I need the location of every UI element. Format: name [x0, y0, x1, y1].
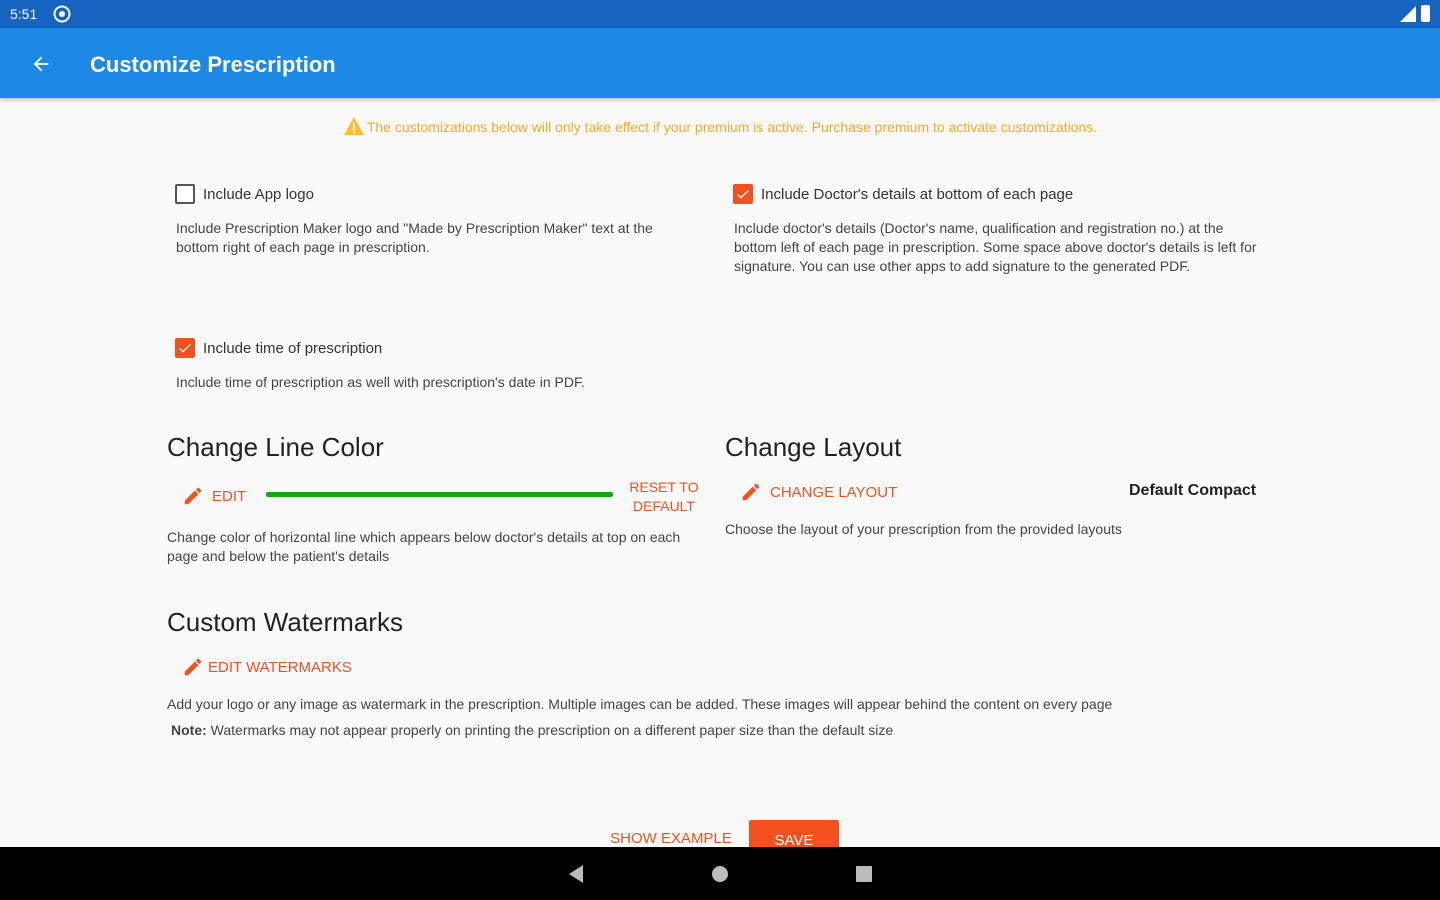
nav-back-button[interactable] — [563, 861, 589, 887]
status-bar: 5:51 — [0, 0, 1440, 28]
option-include-doctor-details: Include Doctor's details at bottom of ea… — [733, 184, 1263, 276]
include-app-logo-label: Include App logo — [203, 185, 314, 203]
watermarks-title: Custom Watermarks — [167, 607, 403, 637]
warning-text: The customizations below will only take … — [366, 119, 1098, 135]
edit-watermarks-button[interactable]: Edit watermarks — [182, 656, 352, 678]
option-include-time: Include time of prescription Include tim… — [175, 338, 695, 392]
watermarks-description: Add your logo or any image as watermark … — [167, 696, 1113, 712]
line-color-description: Change color of horizontal line which ap… — [167, 529, 681, 564]
warning-icon — [343, 116, 364, 136]
nav-home-button[interactable] — [707, 861, 733, 887]
change-layout-button[interactable]: Change layout — [740, 481, 897, 503]
include-app-logo-description: Include Prescription Maker logo and "Mad… — [176, 220, 653, 255]
app-bar: Customize Prescription — [0, 28, 1440, 98]
include-time-description: Include time of prescription as well wit… — [176, 374, 585, 390]
pencil-icon — [184, 487, 202, 505]
line-color-preview — [266, 492, 613, 497]
note-label: Note: — [171, 722, 207, 738]
change-layout-label: Change layout — [770, 483, 898, 501]
include-time-label: Include time of prescription — [203, 339, 383, 357]
layout-title: Change Layout — [725, 432, 902, 462]
battery-icon — [1421, 5, 1430, 22]
edit-line-color-label: Edit — [212, 487, 247, 505]
note-text: Watermarks may not appear properly on pr… — [206, 722, 894, 738]
pencil-icon — [742, 483, 760, 501]
line-color-title: Change Line Color — [167, 432, 384, 462]
watermarks-note: Note: Watermarks may not appear properly… — [171, 721, 1271, 740]
edit-line-color-button[interactable]: Edit — [182, 485, 246, 507]
check-icon — [179, 343, 191, 353]
nav-back-icon — [569, 865, 583, 883]
premium-warning: The customizations below will only take … — [0, 116, 1440, 136]
system-nav-bar — [0, 847, 1440, 900]
include-app-logo-checkbox[interactable] — [175, 184, 195, 204]
nav-recents-button[interactable] — [851, 861, 877, 887]
page-title: Customize Prescription — [90, 52, 336, 77]
settings-status-icon — [53, 5, 71, 23]
status-time: 5:51 — [10, 6, 38, 22]
pencil-icon — [184, 658, 202, 676]
edit-watermarks-label: Edit watermarks — [208, 658, 352, 676]
save-button[interactable]: Save — [749, 820, 839, 850]
reset-to-default-button[interactable]: Reset to default — [620, 478, 708, 516]
current-layout-value: Default Compact — [1129, 482, 1257, 499]
nav-recents-icon — [856, 866, 872, 882]
layout-description: Choose the layout of your prescription f… — [725, 521, 1122, 537]
option-include-app-logo: Include App logo Include Prescription Ma… — [175, 184, 695, 257]
back-button[interactable] — [26, 49, 56, 79]
show-example-button[interactable]: Show example — [606, 830, 736, 847]
nav-home-icon — [712, 866, 728, 882]
signal-icon — [1400, 6, 1416, 22]
include-doctor-details-description: Include doctor's details (Doctor's name,… — [734, 220, 1257, 274]
bottom-actions: Show example Save — [0, 818, 1440, 850]
include-doctor-details-label: Include Doctor's details at bottom of ea… — [761, 185, 1074, 203]
check-icon — [737, 189, 749, 199]
include-time-checkbox[interactable] — [175, 338, 195, 358]
include-doctor-details-checkbox[interactable] — [733, 184, 753, 204]
back-arrow-icon — [33, 56, 49, 72]
